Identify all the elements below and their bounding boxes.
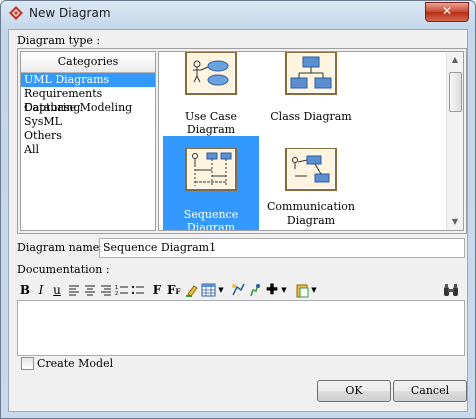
documentation-toolbar: B I u 1 2 F FF ▼ ✚ ▼ ▼ <box>19 282 459 298</box>
font-size-button[interactable]: FF <box>167 282 181 298</box>
svg-text:2: 2 <box>115 291 118 297</box>
binoculars-icon[interactable] <box>443 282 459 298</box>
add-dropdown-icon[interactable]: ▼ <box>281 282 287 298</box>
add-icon[interactable]: ✚ <box>265 282 279 298</box>
category-item[interactable]: Others <box>21 129 155 143</box>
category-item[interactable]: Database Modeling <box>21 101 155 115</box>
documentation-editor[interactable] <box>17 300 465 356</box>
category-list[interactable]: Categories UML Diagrams Requirements Cap… <box>20 51 156 231</box>
table-dropdown-icon[interactable]: ▼ <box>218 282 224 298</box>
font-button[interactable]: F <box>151 282 163 298</box>
diagram-name-input[interactable]: Sequence Diagram1 <box>99 238 465 258</box>
diagram-gallery[interactable]: Use Case Diagram Class Diagram Sequence … <box>158 51 464 231</box>
create-model-label[interactable]: Create Model <box>37 357 113 370</box>
diagram-name-label: Diagram name : <box>17 241 107 254</box>
diagram-tile-sequence[interactable]: Sequence Diagram <box>163 136 259 230</box>
diagram-tile-communication[interactable]: Communication Diagram <box>263 136 359 230</box>
font-size-subscript: F <box>175 287 181 296</box>
sequence-diagram-icon <box>185 148 237 191</box>
scrollbar-thumb[interactable] <box>449 72 462 112</box>
category-list-header: Categories <box>21 52 155 73</box>
insert-image-icon[interactable] <box>247 282 261 298</box>
align-left-icon[interactable] <box>67 282 81 298</box>
gallery-scrollbar[interactable]: ▲ ▼ <box>446 52 463 230</box>
cancel-button[interactable]: Cancel <box>393 380 467 402</box>
create-model-checkbox[interactable] <box>21 357 34 370</box>
align-center-icon[interactable] <box>83 282 97 298</box>
scroll-up-icon[interactable]: ▲ <box>447 52 463 68</box>
diagram-type-panel: Categories UML Diagrams Requirements Cap… <box>17 48 467 234</box>
underline-button[interactable]: u <box>51 282 63 298</box>
table-icon[interactable] <box>201 282 217 298</box>
category-item[interactable]: All <box>21 143 155 157</box>
category-item[interactable]: Requirements Capturing <box>21 87 155 114</box>
app-logo-icon <box>9 6 23 20</box>
class-diagram-icon <box>285 52 337 95</box>
align-right-icon[interactable] <box>99 282 113 298</box>
window-title: New Diagram <box>29 6 111 20</box>
bold-button[interactable]: B <box>19 282 31 298</box>
highlight-icon[interactable] <box>185 282 199 298</box>
ok-button[interactable]: OK <box>317 380 391 402</box>
paste-icon[interactable] <box>295 282 309 298</box>
diagram-tile-label: Class Diagram <box>270 110 352 123</box>
diagram-tile-label-line2: Diagram <box>286 214 336 227</box>
close-button[interactable]: ✕ <box>425 2 469 22</box>
diagram-tile-use-case[interactable]: Use Case Diagram <box>163 52 259 136</box>
font-size-glyph: F <box>167 283 176 297</box>
diagram-tile-label: Sequence Diagram <box>183 208 239 231</box>
diagram-tile-class[interactable]: Class Diagram <box>263 52 359 134</box>
dialog-body: Diagram type : Categories UML Diagrams R… <box>8 29 468 412</box>
communication-diagram-icon <box>285 148 337 191</box>
diagram-tile-label: Use Case Diagram <box>184 110 238 136</box>
new-diagram-dialog: New Diagram ✕ Diagram type : Categories … <box>0 0 476 419</box>
diagram-type-label: Diagram type : <box>17 34 101 47</box>
bullet-list-icon[interactable] <box>131 282 145 298</box>
italic-button[interactable]: I <box>35 282 47 298</box>
title-bar[interactable]: New Diagram ✕ <box>1 1 475 27</box>
scroll-down-icon[interactable]: ▼ <box>447 214 463 230</box>
diagram-tile-label-line1: Communication <box>267 200 355 213</box>
paste-dropdown-icon[interactable]: ▼ <box>311 282 317 298</box>
insert-link-icon[interactable] <box>231 282 245 298</box>
category-item[interactable]: UML Diagrams <box>21 73 155 87</box>
category-item[interactable]: SysML <box>21 115 155 129</box>
numbered-list-icon[interactable]: 1 2 <box>115 282 129 298</box>
documentation-label: Documentation : <box>17 263 110 276</box>
use-case-diagram-icon <box>185 52 237 95</box>
